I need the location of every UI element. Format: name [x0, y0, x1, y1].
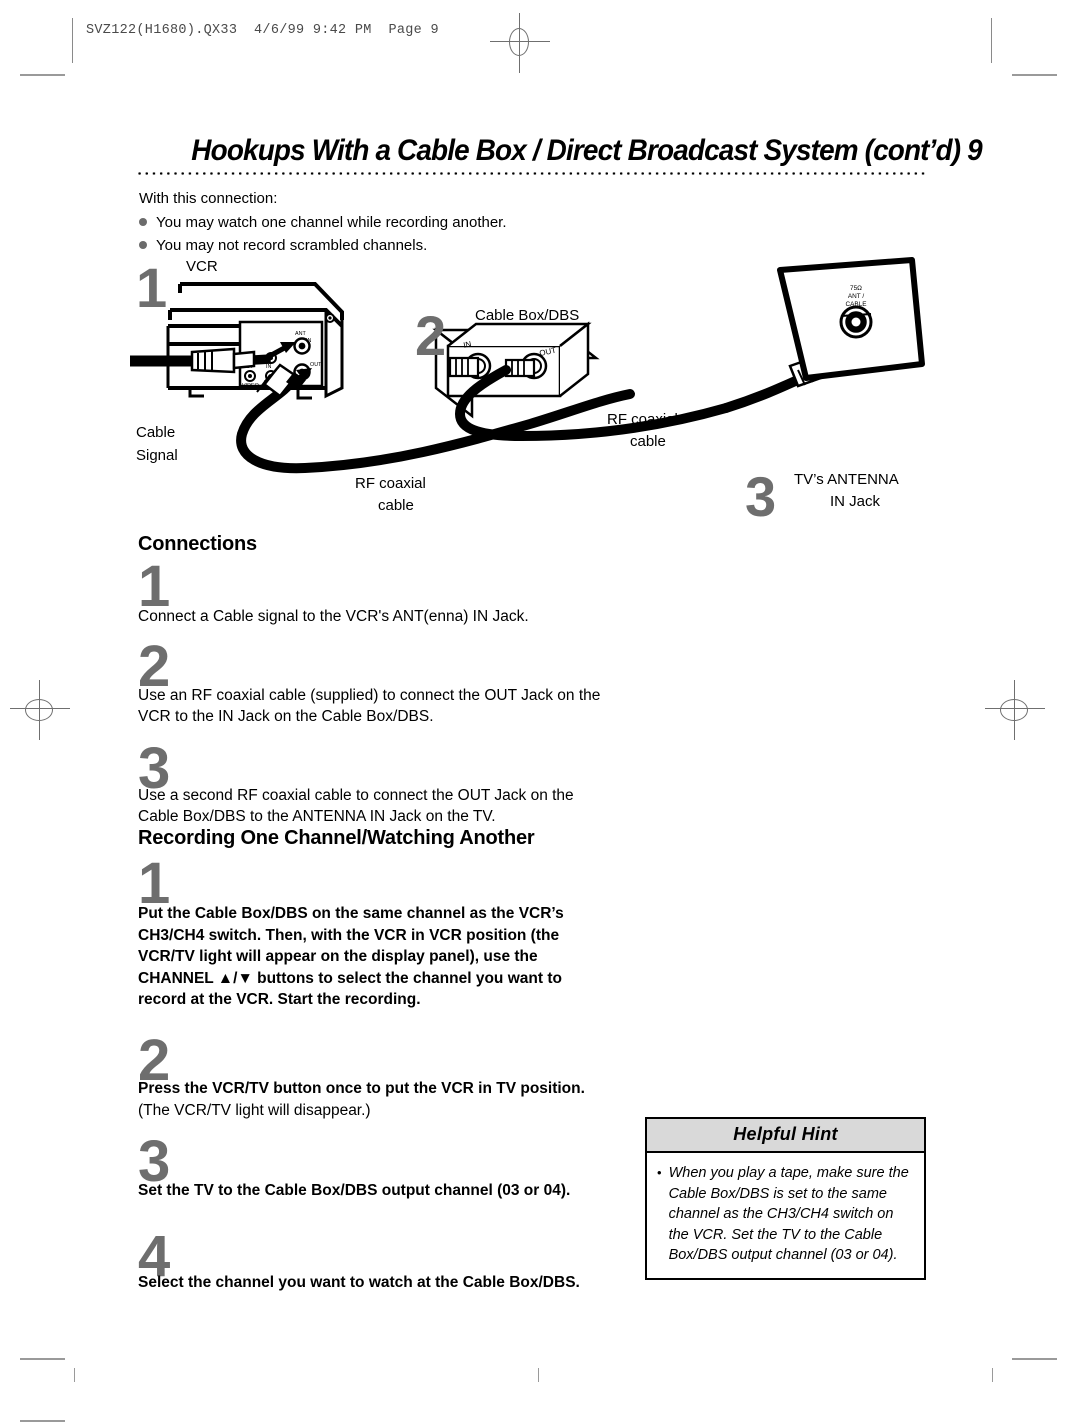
hookup-diagram: ANT IN OUT OUT IN VIDEO AUDIO: [130, 248, 950, 533]
title-dotted-rule: [136, 172, 926, 175]
svg-text:ANT /: ANT /: [848, 293, 864, 300]
page-title: Hookups With a Cable Box / Direct Broadc…: [191, 134, 982, 167]
svg-text:75Ω: 75Ω: [850, 285, 862, 292]
diagram-label-rf-cable-left-line1: RF coaxial: [355, 475, 426, 492]
diagram-label-vcr: VCR: [186, 258, 218, 275]
crop-tick-bottom-center: [538, 1368, 539, 1382]
connections-heading: Connections: [138, 533, 257, 555]
diagram-label-rf-cable-right-line2: cable: [630, 433, 666, 450]
recording-heading: Recording One Channel/Watching Another: [138, 827, 535, 849]
diagram-label-tv-jack-line1: TV’s ANTENNA: [794, 471, 899, 488]
crop-mark-bottom-right: [1012, 1358, 1057, 1360]
svg-text:CABLE: CABLE: [846, 301, 867, 308]
slug-divider-left: [72, 18, 73, 63]
diagram-label-tv-jack-line2: IN Jack: [830, 493, 881, 510]
registration-mark-left: [10, 680, 70, 740]
diagram-label-cable-signal-line1: Cable: [136, 424, 176, 441]
svg-text:VIDEO: VIDEO: [242, 383, 259, 389]
intro-bullet-text: You may watch one channel while recordin…: [156, 214, 507, 231]
recording-step-text-1: Put the Cable Box/DBS on the same channe…: [138, 905, 564, 1008]
helpful-hint-body: • When you play a tape, make sure the Ca…: [647, 1153, 924, 1278]
svg-text:OUT: OUT: [310, 362, 322, 368]
helpful-hint-text: When you play a tape, make sure the Cabl…: [668, 1165, 909, 1263]
connections-step-text-3: Use a second RF coaxial cable to connect…: [138, 787, 574, 825]
intro-lead: With this connection:: [139, 190, 278, 207]
diagram-step-number-1: 1: [136, 256, 167, 319]
helpful-hint-box: Helpful Hint • When you play a tape, mak…: [645, 1117, 926, 1280]
recording-step-2-bold: Press the VCR/TV button once to put the …: [138, 1080, 585, 1097]
diagram-step-number-2: 2: [415, 304, 446, 367]
helpful-hint-bullet-icon: •: [657, 1165, 662, 1180]
diagram-label-rf-cable-right-line1: RF coaxial: [607, 411, 678, 428]
diagram-step-number-3: 3: [745, 465, 776, 528]
svg-text:IN: IN: [306, 338, 311, 344]
crop-tick-bottom-left: [74, 1368, 75, 1382]
svg-text:IN: IN: [266, 364, 271, 370]
recording-step-text-2: Press the VCR/TV button once to put the …: [138, 1078, 608, 1121]
vcr-illustration: [166, 282, 344, 400]
registration-mark-right: [985, 680, 1045, 740]
connections-step-text-1: Connect a Cable signal to the VCR's ANT(…: [138, 608, 529, 625]
crop-mark-bottom-left: [20, 1358, 65, 1360]
connections-step-text-2: Use an RF coaxial cable (supplied) to co…: [138, 687, 601, 725]
diagram-label-rf-cable-left-line2: cable: [378, 497, 414, 514]
crop-tick-bottom-right: [992, 1368, 993, 1382]
slug-divider-right: [991, 18, 992, 63]
diagram-label-cable-signal-line2: Signal: [136, 447, 178, 464]
bullet-dot-icon: [139, 218, 147, 226]
hookup-diagram-svg: ANT IN OUT OUT IN VIDEO AUDIO: [130, 257, 925, 474]
intro-bullet-item: You may watch one channel while recordin…: [139, 212, 739, 234]
print-slug: SVZ122(H1680).QX33 4/6/99 9:42 PM Page 9: [86, 23, 439, 38]
crop-mark-top-left: [20, 74, 65, 76]
recording-step-text-3: Set the TV to the Cable Box/DBS output c…: [138, 1182, 571, 1199]
registration-mark-top: [490, 13, 550, 73]
svg-text:ANT: ANT: [295, 331, 306, 337]
recording-step-text-4: Select the channel you want to watch at …: [138, 1274, 580, 1291]
recording-step-2-note: (The VCR/TV light will disappear.): [138, 1101, 371, 1119]
diagram-label-cable-box: Cable Box/DBS: [475, 307, 580, 324]
tv-back-plate: [777, 257, 925, 381]
crop-mark-top-right: [1012, 74, 1057, 76]
helpful-hint-title: Helpful Hint: [647, 1119, 924, 1153]
